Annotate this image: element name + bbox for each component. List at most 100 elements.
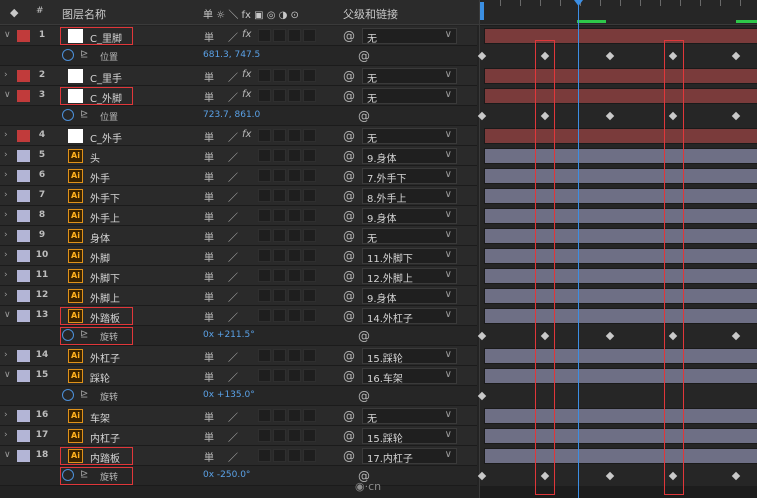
layer-duration-bar[interactable] [484, 168, 757, 184]
shy-switch-icon[interactable]: 単 [204, 89, 214, 104]
motion-blur-switch[interactable] [258, 69, 271, 82]
label-color-swatch[interactable] [17, 150, 30, 162]
adjustment-layer-switch[interactable] [273, 289, 286, 302]
label-color-swatch[interactable] [17, 370, 30, 382]
layer-number-header[interactable]: # [36, 6, 44, 16]
layer-row[interactable]: › 7 Ai 外手下 単 ／ @8.外手上 ∨ [0, 186, 477, 206]
3d-layer-switch[interactable] [288, 289, 301, 302]
layer-duration-bar[interactable] [484, 228, 757, 244]
layer-name[interactable]: 外脚 [90, 250, 110, 265]
keyframe[interactable] [605, 471, 615, 481]
layer-duration-bar[interactable] [484, 448, 757, 464]
layer-row[interactable]: › 8 Ai 外手上 単 ／ @9.身体 ∨ [0, 206, 477, 226]
layer-row[interactable]: › 5 Ai 头 単 ／ @9.身体 ∨ [0, 146, 477, 166]
label-color-swatch[interactable] [17, 190, 30, 202]
shy-switch-icon[interactable]: 単 [204, 409, 214, 424]
layer-row[interactable]: › 9 Ai 身体単／ @ 无 ∨ [0, 226, 477, 246]
motion-blur-switch[interactable] [258, 269, 271, 282]
layer-duration-bar[interactable] [484, 428, 757, 444]
extra-switch[interactable] [303, 409, 316, 422]
quality-switch-icon[interactable]: ／ [228, 129, 238, 144]
adjustment-layer-switch[interactable] [273, 269, 286, 282]
property-row[interactable]: ⊵ 位置 681.3, 747.5 @ [0, 46, 477, 66]
keyframe[interactable] [477, 111, 487, 121]
label-color-swatch[interactable] [17, 70, 30, 82]
extra-switch[interactable] [303, 289, 316, 302]
keyframe[interactable] [605, 111, 615, 121]
keyframe[interactable] [477, 331, 487, 341]
property-row[interactable]: ⊵ 位置 723.7, 861.0 @ [0, 106, 477, 126]
quality-switch-icon[interactable]: ／ [228, 369, 238, 384]
graph-editor-icon[interactable]: ⊵ [80, 109, 88, 120]
shy-switch-icon[interactable]: 単 [204, 289, 214, 304]
work-area-bar[interactable] [736, 20, 757, 23]
quality-switch-icon[interactable]: ／ [228, 209, 238, 224]
parent-dropdown[interactable]: 11.外脚下 ∨ [362, 248, 457, 265]
label-color-swatch[interactable] [17, 270, 30, 282]
chevron-down-icon[interactable]: ∨ [4, 370, 11, 380]
shy-switch-icon[interactable]: 単 [204, 449, 214, 464]
parent-pick-whip-icon[interactable]: @ [343, 149, 355, 163]
layer-name[interactable]: C_里手 [90, 70, 122, 85]
extra-switch[interactable] [303, 29, 316, 42]
quality-switch-icon[interactable]: ／ [228, 269, 238, 284]
parent-dropdown[interactable]: 无 ∨ [362, 408, 457, 425]
motion-blur-switch[interactable] [258, 189, 271, 202]
extra-switch[interactable] [303, 429, 316, 442]
layer-duration-bar[interactable] [484, 348, 757, 364]
extra-switch[interactable] [303, 149, 316, 162]
layer-duration-bar[interactable] [484, 68, 757, 84]
timeline-area[interactable] [477, 0, 757, 498]
layer-row[interactable]: › 11 Ai 外脚下 単 ／ @12.外脚上 ∨ [0, 266, 477, 286]
adjustment-layer-switch[interactable] [273, 149, 286, 162]
extra-switch[interactable] [303, 69, 316, 82]
parent-pick-whip-icon[interactable]: @ [343, 189, 355, 203]
motion-blur-switch[interactable] [258, 129, 271, 142]
parent-pick-whip-icon[interactable]: @ [343, 289, 355, 303]
3d-layer-switch[interactable] [288, 69, 301, 82]
motion-blur-switch[interactable] [258, 249, 271, 262]
adjustment-layer-switch[interactable] [273, 169, 286, 182]
motion-blur-switch[interactable] [258, 369, 271, 382]
extra-switch[interactable] [303, 189, 316, 202]
chevron-right-icon[interactable]: › [4, 150, 8, 160]
property-row[interactable]: ⊵ 旋转 0x +135.0° @ [0, 386, 477, 406]
3d-layer-switch[interactable] [288, 169, 301, 182]
expression-pick-whip-icon[interactable]: @ [358, 389, 370, 403]
stopwatch-icon[interactable] [62, 109, 74, 121]
keyframe[interactable] [605, 331, 615, 341]
extra-switch[interactable] [303, 169, 316, 182]
layer-name[interactable]: 内杠子 [90, 430, 120, 445]
label-color-swatch[interactable] [17, 230, 30, 242]
chevron-right-icon[interactable]: › [4, 170, 8, 180]
quality-switch-icon[interactable]: ／ [228, 229, 238, 244]
adjustment-layer-switch[interactable] [273, 29, 286, 42]
label-color-swatch[interactable] [17, 410, 30, 422]
property-value[interactable]: 723.7, 861.0 [203, 110, 260, 120]
shy-switch-icon[interactable]: 単 [204, 229, 214, 244]
layer-duration-bar[interactable] [484, 148, 757, 164]
layer-duration-bar[interactable] [484, 248, 757, 264]
motion-blur-switch[interactable] [258, 309, 271, 322]
parent-dropdown[interactable]: 14.外杠子 ∨ [362, 308, 457, 325]
layer-duration-bar[interactable] [484, 188, 757, 204]
shy-switch-icon[interactable]: 単 [204, 309, 214, 324]
adjustment-layer-switch[interactable] [273, 89, 286, 102]
layer-duration-bar[interactable] [484, 288, 757, 304]
chevron-down-icon[interactable]: ∨ [4, 450, 11, 460]
shy-switch-icon[interactable]: 単 [204, 129, 214, 144]
layer-row[interactable]: › 17 Ai 内杠子 単 ／ @15.踩轮 ∨ [0, 426, 477, 446]
keyframe[interactable] [477, 471, 487, 481]
motion-blur-switch[interactable] [258, 229, 271, 242]
shy-switch-icon[interactable]: 単 [204, 209, 214, 224]
layer-name[interactable]: 外脚下 [90, 270, 120, 285]
motion-blur-switch[interactable] [258, 449, 271, 462]
graph-editor-icon[interactable]: ⊵ [80, 389, 88, 400]
3d-layer-switch[interactable] [288, 249, 301, 262]
chevron-right-icon[interactable]: › [4, 210, 8, 220]
quality-switch-icon[interactable]: ／ [228, 69, 238, 84]
quality-switch-icon[interactable]: ／ [228, 169, 238, 184]
chevron-right-icon[interactable]: › [4, 250, 8, 260]
shy-switch-icon[interactable]: 単 [204, 69, 214, 84]
layer-row[interactable]: › 10 Ai 外脚 単 ／ @11.外脚下 ∨ [0, 246, 477, 266]
